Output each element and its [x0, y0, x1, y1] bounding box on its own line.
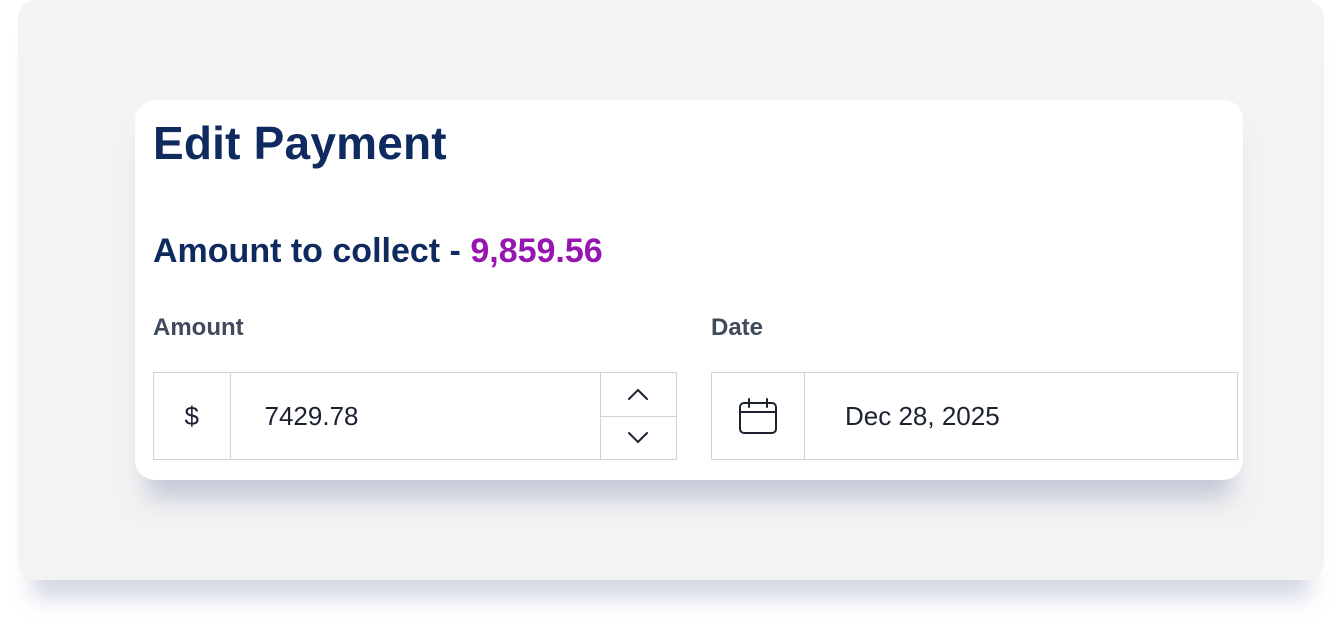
stage: Edit Payment Amount to collect - 9,859.5…	[0, 0, 1342, 639]
increment-button[interactable]	[600, 373, 676, 417]
amount-to-collect-value: 9,859.56	[470, 232, 603, 270]
currency-symbol: $	[154, 373, 231, 459]
amount-stepper	[599, 373, 677, 460]
amount-input[interactable]	[230, 373, 600, 459]
calendar-icon	[739, 398, 777, 434]
chevron-down-icon	[628, 431, 649, 443]
amount-to-collect: Amount to collect - 9,859.56	[153, 232, 603, 271]
date-label: Date	[711, 314, 764, 341]
edit-payment-dialog: Edit Payment Amount to collect - 9,859.5…	[135, 100, 1243, 480]
decrement-button[interactable]	[601, 417, 677, 460]
amount-to-collect-label: Amount to collect -	[153, 232, 461, 270]
amount-field: $	[153, 372, 677, 460]
amount-label: Amount	[153, 314, 244, 341]
date-field[interactable]: Dec 28, 2025	[711, 372, 1238, 460]
background-panel: Edit Payment Amount to collect - 9,859.5…	[18, 0, 1324, 580]
dialog-title: Edit Payment	[153, 117, 447, 169]
calendar-button[interactable]	[712, 373, 805, 459]
chevron-up-icon	[628, 389, 649, 401]
date-value[interactable]: Dec 28, 2025	[805, 373, 1237, 459]
